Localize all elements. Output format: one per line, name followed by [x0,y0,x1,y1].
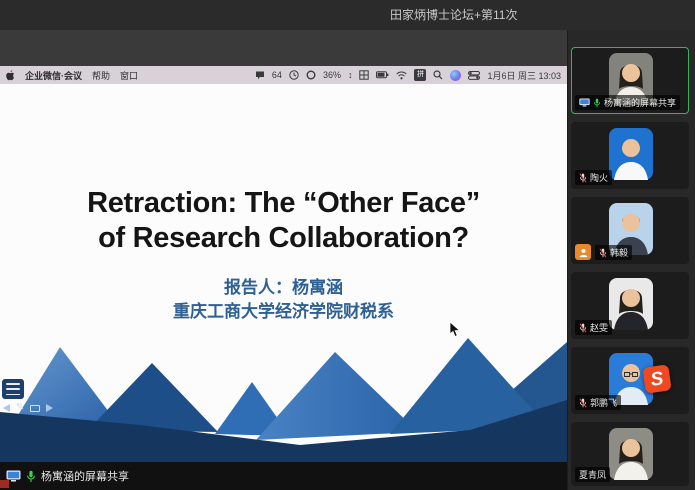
participant-name-pill: 韩毅 [595,245,632,260]
presentation-slide: Retraction: The “Other Face” of Research… [0,84,567,462]
battery-percent: 36% [323,70,341,80]
sogou-letter: S [649,369,664,390]
prev-slide-icon [3,404,10,412]
slide-speaker-line: 报告人：杨寓涵 [0,276,567,300]
input-method-icon: 拼 [414,69,426,81]
pen-tool-icon: ✎ [16,403,24,413]
slide-title-line1: Retraction: The “Other Face” [0,186,567,221]
menu-window: 窗口 [120,69,138,82]
slide-affiliation-line: 重庆工商大学经济学院财税系 [0,300,567,324]
participant-name-pill: 杨寓涵的屏幕共享 [575,95,680,110]
remote-status-cluster: 64 36% ↕ 拼 1月6日 周三 13:03 [255,69,561,82]
mic-muted-icon [579,173,587,183]
participant-tile-2[interactable]: 陶火 [571,122,689,189]
slide-subtitle: 报告人：杨寓涵 重庆工商大学经济学院财税系 [0,276,567,324]
battery-ring-icon [306,70,316,80]
search-icon [433,70,443,80]
participant-name-pill: 夏青凤 [575,467,610,482]
menu-app: 企业微信·会议 [25,69,82,82]
participant-avatar [609,428,653,480]
participant-name: 夏青凤 [579,468,606,481]
participant-name-pill: 陶火 [575,170,612,185]
participant-name: 韩毅 [610,246,628,259]
participant-name: 郭鹏飞 [590,396,617,409]
meeting-title: 田家炳博士论坛+第11次 [390,0,517,30]
participant-name: 杨寓涵的屏幕共享 [604,96,676,109]
remote-menu-items: 企业微信·会议 帮助 窗口 [6,69,138,82]
window-titlebar: 田家炳博士论坛+第11次 [0,0,695,30]
shared-screen-area: 企业微信·会议 帮助 窗口 64 36% ↕ 拼 1月6日 周三 13:03 [0,30,567,490]
chat-bubble-icon [255,71,265,80]
slide-title: Retraction: The “Other Face” of Research… [0,186,567,256]
screen-share-banner: 杨寓涵的屏幕共享 [0,462,567,490]
battery-icon [376,71,389,79]
mic-muted-icon [579,398,587,408]
control-center-icon [468,71,480,80]
remote-mac-menubar: 企业微信·会议 帮助 窗口 64 36% ↕ 拼 1月6日 周三 13:03 [0,66,567,84]
slide-list-icon [2,379,24,399]
slide-decorative-triangles [0,332,567,462]
grid-icon [359,70,369,80]
share-banner-label: 杨寓涵的屏幕共享 [41,468,129,484]
menu-help: 帮助 [92,69,110,82]
mic-muted-icon [599,248,607,258]
next-slide-icon [46,404,53,412]
participants-sidebar: 杨寓涵的屏幕共享 陶火 [567,30,695,490]
menubar-datetime: 1月6日 周三 13:03 [487,69,561,82]
meeting-window: 田家炳博士论坛+第11次 企业微信·会议 帮助 窗口 64 36% ↕ 拼 [0,0,695,490]
presenter-controls: ✎ [3,402,53,414]
participant-tile-3[interactable]: 韩毅 [571,197,689,264]
mic-on-icon [26,470,36,483]
wifi-icon [396,71,407,80]
participant-tile-6[interactable]: 夏青凤 [571,422,689,486]
mic-muted-icon [579,323,587,333]
apple-icon [6,70,15,81]
sogou-input-icon[interactable]: S [642,364,671,393]
participant-avatar [609,278,653,330]
participant-name-pill: 郭鹏飞 [575,395,621,410]
participant-name: 陶火 [590,171,608,184]
shape-tool-icon [30,405,40,412]
participant-tile-5[interactable]: 郭鹏飞 [571,347,689,414]
unread-count: 64 [272,70,282,80]
participant-avatar [609,128,653,180]
participant-tile-1[interactable]: 杨寓涵的屏幕共享 [571,47,689,114]
siri-icon [450,70,461,81]
mic-on-icon [593,98,601,108]
slide-title-line2: of Research Collaboration? [0,221,567,256]
red-indicator [0,480,9,488]
participant-name: 赵雯 [590,321,608,334]
network-updown-icon: ↕ [348,70,353,80]
screen-share-icon [579,98,590,107]
mouse-cursor [449,322,461,338]
participant-name-pill: 赵雯 [575,320,612,335]
clock-icon [289,70,299,80]
participant-tile-4[interactable]: 赵雯 [571,272,689,339]
host-badge-icon [575,244,591,260]
